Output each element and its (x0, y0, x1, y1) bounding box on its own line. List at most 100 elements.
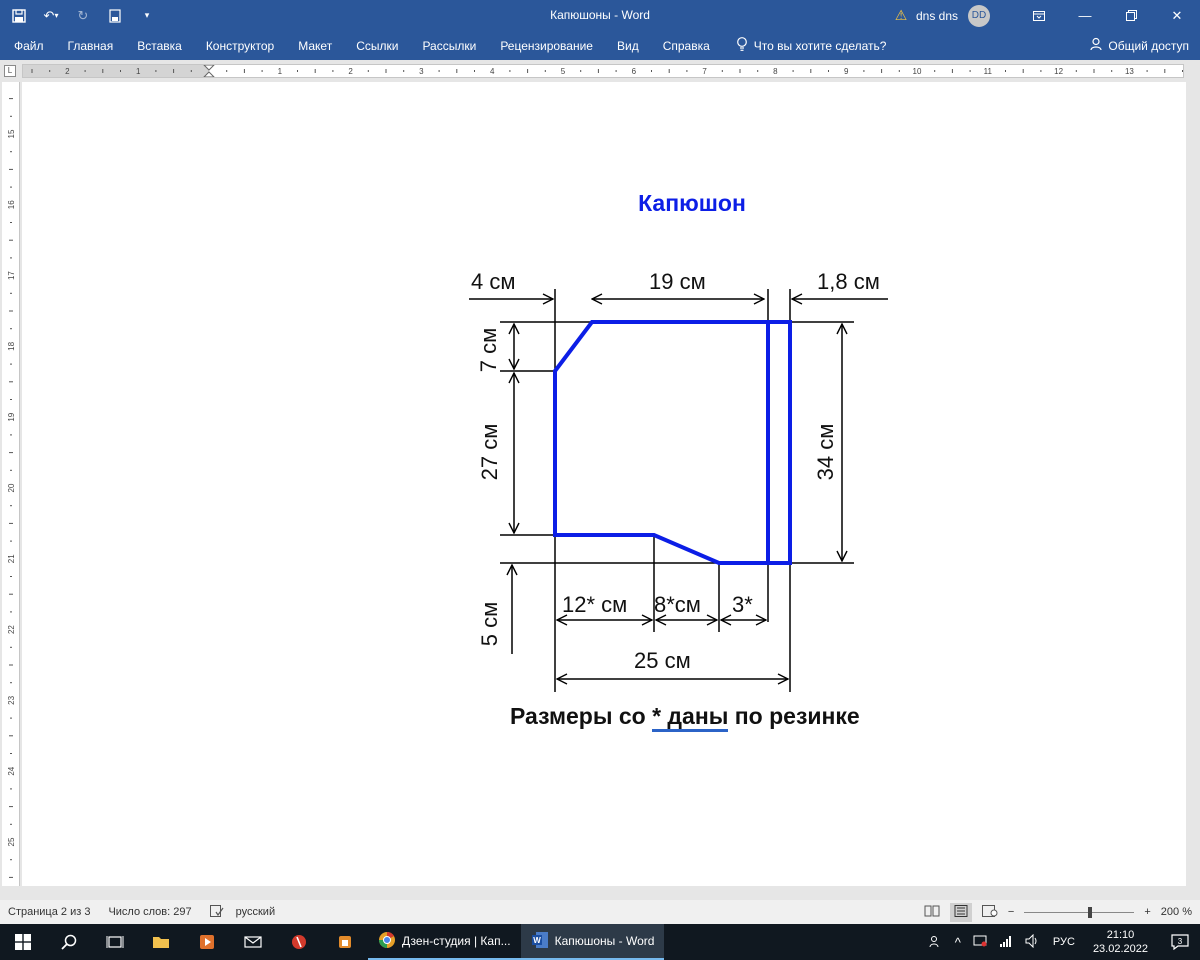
vertical-ruler-label: 19 (7, 412, 16, 421)
ribbon-tabs: Файл Главная Вставка Конструктор Макет С… (0, 31, 1200, 60)
show-hidden-icons-icon[interactable]: ^ (949, 935, 967, 950)
mail-icon[interactable] (230, 924, 276, 960)
taskbar-app-word-label: Капюшоны - Word (554, 934, 655, 948)
dim-label-bottom-25: 25 см (634, 648, 691, 673)
tab-mailings[interactable]: Рассылки (410, 31, 488, 60)
ruler-label: 4 (490, 67, 495, 76)
yandex-browser-icon[interactable] (276, 924, 322, 960)
word-count[interactable]: Число слов: 297 (108, 906, 191, 918)
read-mode-icon[interactable] (924, 905, 940, 920)
print-layout-icon[interactable] (949, 902, 972, 922)
tab-references[interactable]: Ссылки (344, 31, 410, 60)
tab-help[interactable]: Справка (651, 31, 722, 60)
signal-icon[interactable] (993, 935, 1019, 950)
title-bar: ↶ ▾ ↻ ▾ Капюшоны - Word ⚠ dns dns DD — ✕ (0, 0, 1200, 31)
horizontal-ruler[interactable]: L 2 1 1 2 3 4 5 6 7 8 9 10 11 12 13 (0, 60, 1200, 82)
customize-qat-icon[interactable]: ▾ (136, 5, 158, 27)
dim-label-bottom-12: 12* см (562, 592, 627, 617)
web-layout-icon[interactable] (981, 904, 998, 920)
taskbar-app-word[interactable]: W Капюшоны - Word (520, 924, 665, 960)
file-explorer-icon[interactable] (138, 924, 184, 960)
ruler-label: 10 (913, 67, 922, 76)
title-bar-right: ⚠ dns dns DD — ✕ (892, 0, 1200, 31)
zoom-slider[interactable] (1024, 906, 1135, 918)
minimize-icon[interactable]: — (1062, 0, 1108, 31)
dim-label-bottom-8: 8*см (654, 592, 701, 617)
zoom-in-button[interactable]: + (1144, 906, 1150, 918)
vertical-ruler-label: 22 (7, 625, 16, 634)
tab-selector-icon[interactable]: L (4, 65, 16, 77)
pattern-outline (553, 320, 792, 565)
ruler-label: 3 (419, 67, 424, 76)
restore-icon[interactable] (1108, 0, 1154, 31)
chrome-icon (378, 931, 396, 952)
ribbon-display-options-icon[interactable] (1016, 0, 1062, 31)
ruler-label: 12 (1054, 67, 1063, 76)
print-preview-icon[interactable] (104, 5, 126, 27)
ruler-label: 1 (278, 67, 283, 76)
task-view-icon[interactable] (92, 924, 138, 960)
notifications-icon[interactable]: 3 (1160, 924, 1200, 960)
tab-design[interactable]: Конструктор (194, 31, 286, 60)
dim-label-left-7: 7 см (476, 328, 501, 372)
zoom-out-button[interactable]: − (1008, 906, 1014, 918)
proofing-icon[interactable] (209, 904, 224, 920)
clock-date: 23.02.2022 (1092, 943, 1148, 955)
ruler-label: 1 (136, 67, 141, 76)
tell-me-label: Что вы хотите сделать? (753, 38, 887, 53)
tab-insert[interactable]: Вставка (125, 31, 194, 60)
caption: Размеры со * даны по резинке (510, 703, 860, 732)
redo-icon[interactable]: ↻ (72, 5, 94, 27)
notifications-count: 3 (1178, 937, 1183, 946)
ruler-label: 5 (561, 67, 566, 76)
taskbar-app-chrome[interactable]: Дзен-студия | Кап... (368, 924, 521, 960)
vertical-ruler-label: 16 (7, 200, 16, 209)
people-icon[interactable] (923, 934, 949, 951)
user-name[interactable]: dns dns (916, 9, 958, 23)
tab-layout[interactable]: Макет (286, 31, 344, 60)
tab-home[interactable]: Главная (56, 31, 126, 60)
media-player-icon[interactable] (184, 924, 230, 960)
volume-icon[interactable] (1019, 933, 1047, 951)
tab-review[interactable]: Рецензирование (488, 31, 605, 60)
vertical-ruler-label: 24 (7, 766, 16, 775)
page-count[interactable]: Страница 2 из 3 (8, 906, 90, 918)
warning-icon[interactable]: ⚠ (892, 7, 910, 25)
dim-label-top-mid: 19 см (649, 269, 706, 294)
ruler-strip: 2 1 1 2 3 4 5 6 7 8 9 10 11 12 13 (22, 64, 1184, 78)
ruler-label: 2 (348, 67, 353, 76)
avatar[interactable]: DD (968, 4, 990, 27)
dim-label-left-27: 27 см (477, 424, 502, 481)
zoom-slider-thumb[interactable] (1088, 906, 1093, 918)
network-status-icon[interactable] (967, 935, 993, 950)
tell-me-search[interactable]: Что вы хотите сделать? (736, 36, 887, 55)
document-page[interactable]: Капюшон 4 см 19 см 1,8 см 12* см 8*см 3*… (22, 82, 1186, 886)
tab-file[interactable]: Файл (0, 31, 56, 60)
dim-label-top-right: 1,8 см (817, 269, 880, 294)
ruler-label: 8 (773, 67, 778, 76)
word-window: ↶ ▾ ↻ ▾ Капюшоны - Word ⚠ dns dns DD — ✕ … (0, 0, 1200, 960)
save-icon[interactable] (8, 5, 30, 27)
vertical-ruler-label: 18 (7, 341, 16, 350)
undo-icon[interactable]: ↶ ▾ (40, 5, 62, 27)
zoom-level[interactable]: 200 % (1161, 906, 1192, 918)
tab-view[interactable]: Вид (605, 31, 651, 60)
language[interactable]: русский (236, 906, 275, 918)
vertical-ruler[interactable]: 15 16 17 18 19 20 21 22 23 24 25 (2, 82, 20, 886)
dim-label-left-5: 5 см (477, 602, 502, 646)
vertical-ruler-label: 21 (7, 554, 16, 563)
close-icon[interactable]: ✕ (1154, 0, 1200, 31)
input-language[interactable]: РУС (1047, 936, 1081, 948)
dim-label-bottom-3: 3* (732, 592, 753, 617)
taskbar: Дзен-студия | Кап... W Капюшоны - Word ^ (0, 924, 1200, 960)
ruler-label: 11 (984, 67, 993, 76)
clock-time: 21:10 (1106, 929, 1135, 941)
clock[interactable]: 21:10 23.02.2022 (1081, 928, 1160, 956)
windows-start-icon[interactable] (0, 924, 46, 960)
svg-text:W: W (533, 936, 541, 945)
vertical-ruler-label: 23 (7, 695, 16, 704)
indent-marker-icon[interactable] (203, 65, 215, 77)
search-icon[interactable] (46, 924, 92, 960)
security-app-icon[interactable] (322, 924, 368, 960)
share-button[interactable]: Общий доступ (1090, 31, 1189, 60)
